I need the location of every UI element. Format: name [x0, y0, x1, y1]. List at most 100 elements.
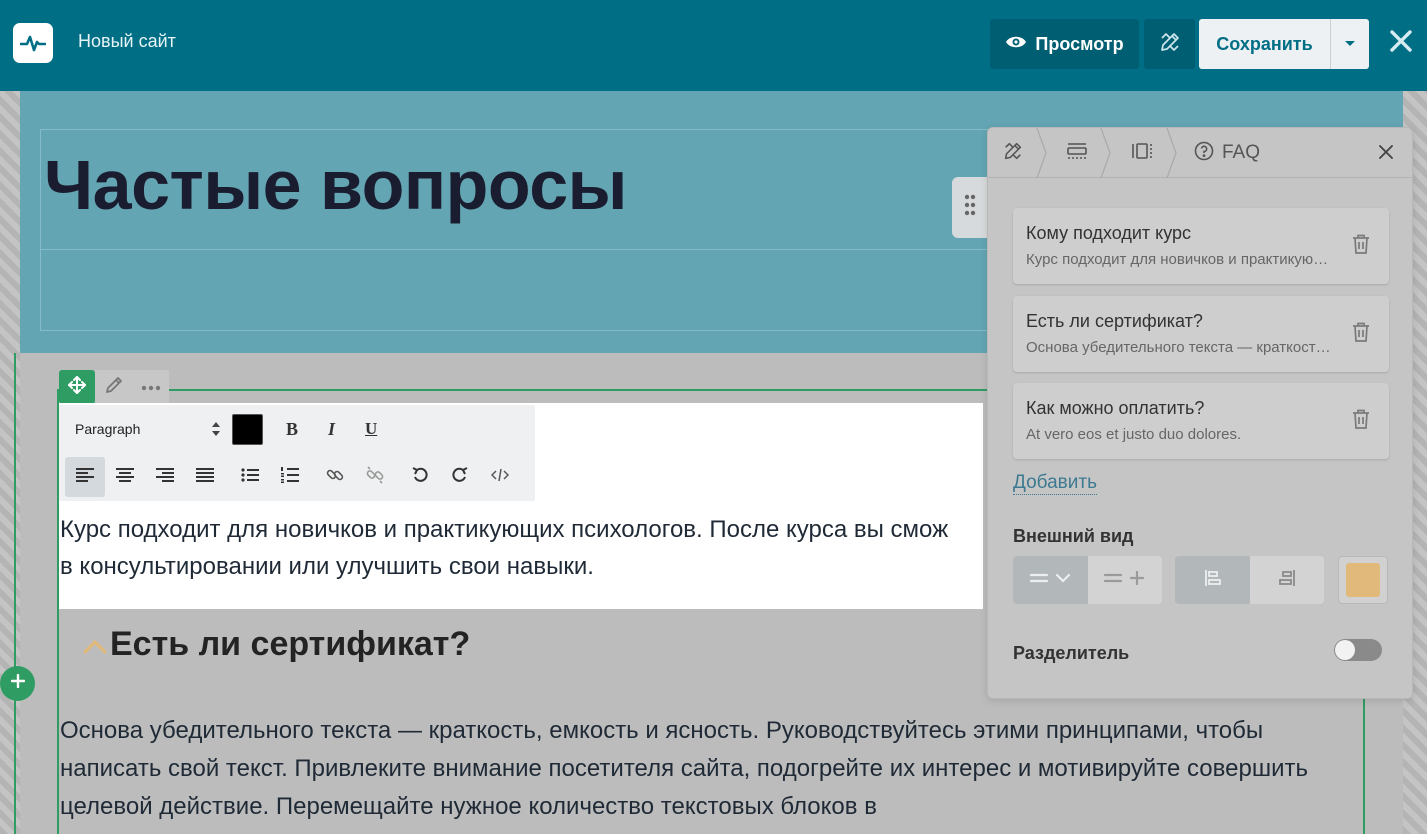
move-block-button[interactable] [59, 370, 95, 404]
breadcrumb-section[interactable] [1066, 128, 1088, 178]
panel-drag-handle[interactable] [952, 177, 988, 238]
panel-breadcrumb: FAQ [988, 128, 1412, 178]
top-bar: Новый сайт Просмотр Сохранить [0, 0, 1427, 91]
section-icon [1066, 142, 1088, 165]
paragraph-format-select[interactable]: Paragraph [75, 421, 227, 437]
bullet-list-icon [241, 467, 259, 487]
close-icon [1389, 29, 1413, 58]
faq-item-card[interactable]: Есть ли сертификат? Основа убедительного… [1013, 296, 1389, 372]
style-collapse-plus-button[interactable] [1088, 556, 1162, 604]
text-color-swatch[interactable] [232, 414, 263, 445]
add-item-link[interactable]: Добавить [1013, 472, 1097, 495]
accent-color-picker[interactable] [1338, 556, 1388, 604]
delete-item-button[interactable] [1349, 408, 1373, 434]
faq-answer-1[interactable]: Курс подходит для новичков и практикующи… [60, 511, 990, 585]
italic-button[interactable]: I [328, 419, 335, 440]
source-code-button[interactable] [480, 457, 520, 497]
move-icon [67, 375, 87, 400]
add-section-button[interactable] [0, 666, 35, 701]
undo-icon [412, 466, 428, 488]
align-center-icon [116, 467, 134, 487]
faq-item-card[interactable]: Как можно оплатить? At vero eos et justo… [1013, 383, 1389, 459]
align-left-icon [76, 467, 94, 487]
chevron-up-icon[interactable] [83, 638, 107, 659]
bold-button[interactable]: B [286, 419, 298, 440]
app-logo-icon[interactable] [13, 23, 53, 63]
align-right-button[interactable] [145, 457, 185, 497]
delete-item-button[interactable] [1349, 321, 1373, 347]
preview-button[interactable]: Просмотр [990, 19, 1139, 69]
appearance-heading: Внешний вид [1013, 526, 1134, 546]
close-editor-button[interactable] [1384, 25, 1418, 61]
trash-icon [1352, 322, 1370, 347]
align-center-button[interactable] [105, 457, 145, 497]
section-selection-edge [14, 353, 16, 834]
faq-item-answer: Курс подходит для новичков и практикующи… [1026, 251, 1338, 268]
breadcrumb-block[interactable] [1131, 128, 1153, 178]
site-name[interactable]: Новый сайт [78, 31, 176, 52]
block-toolbar [59, 370, 169, 404]
more-block-button[interactable] [133, 370, 169, 404]
remove-link-button[interactable] [355, 457, 395, 497]
block-icon [1131, 142, 1153, 165]
faq-item-card[interactable]: Кому подходит курс Курс подходит для нов… [1013, 208, 1389, 284]
caret-down-icon [1344, 35, 1356, 53]
equals-chevron-icon [1029, 571, 1073, 590]
align-justify-icon [196, 467, 214, 487]
grip-icon [963, 193, 977, 222]
faq-item-answer: Основа убедительного текста — краткость,… [1026, 339, 1338, 356]
breadcrumb-separator [1166, 128, 1177, 178]
edit-block-button[interactable] [95, 370, 133, 404]
breadcrumb-separator [1036, 128, 1047, 178]
preview-label: Просмотр [1035, 33, 1124, 54]
divider-toggle[interactable] [1334, 639, 1382, 661]
insert-link-button[interactable] [315, 457, 355, 497]
style-collapse-chevron-button[interactable] [1013, 556, 1088, 604]
underline-button[interactable]: U [365, 419, 377, 439]
unlink-icon [366, 465, 384, 489]
accent-color-swatch [1346, 563, 1380, 597]
faq-question-2[interactable]: Есть ли сертификат? [110, 625, 470, 664]
undo-button[interactable] [400, 457, 440, 497]
link-icon [326, 466, 344, 489]
pencil-ruler-icon [1158, 30, 1182, 59]
close-panel-button[interactable] [1374, 142, 1398, 166]
equals-plus-icon [1103, 570, 1147, 591]
select-arrows-icon [211, 420, 221, 443]
icon-right-button[interactable] [1250, 556, 1324, 604]
breadcrumb-design[interactable] [1002, 128, 1024, 178]
faq-answer-2[interactable]: Основа убедительного текста — краткость,… [60, 712, 1350, 826]
redo-button[interactable] [440, 457, 480, 497]
align-justify-button[interactable] [185, 457, 225, 497]
code-icon [490, 468, 510, 487]
faq-item-question: Есть ли сертификат? [1026, 311, 1203, 331]
plus-icon [10, 673, 25, 693]
icon-left-button[interactable] [1175, 556, 1250, 604]
pencil-ruler-icon [1002, 140, 1024, 167]
bullet-list-button[interactable] [230, 457, 270, 497]
eye-icon [1005, 34, 1027, 55]
save-options-button[interactable] [1330, 19, 1369, 69]
trash-icon [1352, 234, 1370, 259]
faq-item-question: Как можно оплатить? [1026, 398, 1205, 418]
faq-answer-1-line-2: в консультировании или улучшить свои нав… [60, 553, 594, 580]
breadcrumb-separator [1100, 128, 1111, 178]
faq-settings-panel: FAQ Кому подходит курс Курс подходит для… [987, 127, 1413, 699]
breadcrumb-faq[interactable]: FAQ [1194, 128, 1260, 178]
pencil-icon [104, 375, 124, 400]
align-left-button[interactable] [65, 457, 105, 497]
delete-item-button[interactable] [1349, 233, 1373, 259]
numbered-list-icon [281, 466, 299, 488]
faq-answer-1-line-1: Курс подходит для новичков и практикующи… [60, 516, 949, 543]
save-button[interactable]: Сохранить [1199, 19, 1330, 69]
canvas-margin-left [0, 91, 20, 834]
faq-item-question: Кому подходит курс [1026, 223, 1192, 243]
align-right-icon [156, 467, 174, 487]
align-icon-right-icon [1278, 569, 1296, 592]
rich-text-toolbar: Paragraph B I U [59, 405, 535, 501]
page-title[interactable]: Частые вопросы [44, 145, 627, 225]
design-button[interactable] [1144, 19, 1195, 69]
numbered-list-button[interactable] [270, 457, 310, 497]
toggle-knob [1335, 640, 1355, 660]
trash-icon [1352, 409, 1370, 434]
